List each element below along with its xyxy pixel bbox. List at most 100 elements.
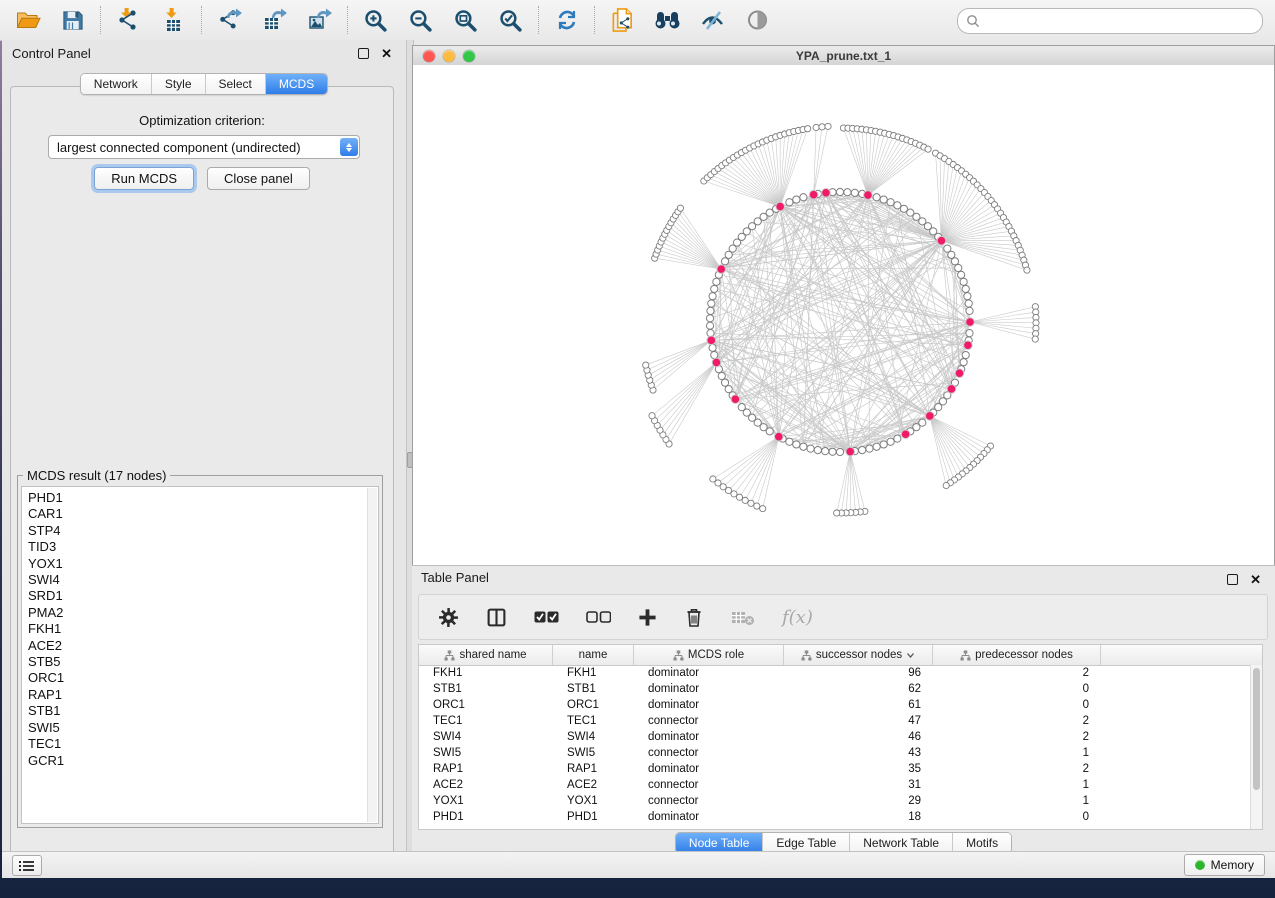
mcds-result-item[interactable]: SRD1 bbox=[28, 588, 378, 604]
network-node[interactable] bbox=[709, 344, 716, 351]
network-node[interactable] bbox=[880, 441, 887, 448]
mcds-result-item[interactable]: PHD1 bbox=[28, 490, 378, 506]
column-header-predecessor-nodes[interactable]: predecessor nodes bbox=[933, 645, 1101, 665]
table-cell[interactable]: 62 bbox=[784, 683, 933, 695]
mcds-hub-node[interactable] bbox=[864, 191, 873, 200]
mcds-result-item[interactable]: STP4 bbox=[28, 523, 378, 539]
table-cell[interactable]: RAP1 bbox=[419, 763, 553, 775]
network-leaf-node[interactable] bbox=[710, 476, 716, 482]
zoom-in-button[interactable] bbox=[362, 7, 389, 34]
network-node[interactable] bbox=[887, 438, 894, 445]
mcds-result-item[interactable]: GCR1 bbox=[28, 753, 378, 769]
table-cell[interactable]: SWI5 bbox=[553, 747, 634, 759]
mcds-hub-node[interactable] bbox=[937, 236, 946, 245]
zoom-selected-button[interactable] bbox=[497, 7, 524, 34]
table-settings-button[interactable] bbox=[438, 605, 459, 629]
scrollbar-thumb[interactable] bbox=[1253, 668, 1260, 790]
table-cell[interactable]: ACE2 bbox=[553, 779, 634, 791]
network-window-titlebar[interactable]: YPA_prune.txt_1 bbox=[413, 46, 1274, 66]
window-zoom-button[interactable] bbox=[463, 50, 475, 62]
network-node[interactable] bbox=[721, 258, 728, 265]
table-cell[interactable]: dominator bbox=[634, 763, 784, 775]
add-column-button[interactable] bbox=[638, 605, 657, 629]
memory-button[interactable]: Memory bbox=[1184, 854, 1265, 876]
table-row[interactable]: PHD1PHD1dominator180 bbox=[419, 809, 1251, 825]
mcds-hub-node[interactable] bbox=[846, 447, 855, 456]
table-cell[interactable]: FKH1 bbox=[553, 667, 634, 679]
table-row[interactable]: TEC1TEC1connector472 bbox=[419, 713, 1251, 729]
optimization-criterion-select[interactable]: largest connected component (undirected) bbox=[48, 135, 360, 159]
table-cell[interactable]: 2 bbox=[933, 667, 1101, 679]
network-node[interactable] bbox=[836, 448, 843, 455]
network-node[interactable] bbox=[873, 443, 880, 450]
show-hide-details-button[interactable] bbox=[744, 7, 771, 34]
table-tab-network-table[interactable]: Network Table bbox=[849, 833, 952, 853]
network-node[interactable] bbox=[955, 264, 962, 271]
table-cell[interactable]: 43 bbox=[784, 747, 933, 759]
table-cell[interactable]: 0 bbox=[933, 699, 1101, 711]
table-cell[interactable]: TEC1 bbox=[553, 715, 634, 727]
table-row[interactable]: ORC1ORC1dominator610 bbox=[419, 697, 1251, 713]
find-button[interactable] bbox=[654, 7, 681, 34]
network-node[interactable] bbox=[962, 351, 969, 358]
network-leaf-node[interactable] bbox=[834, 510, 840, 516]
table-row[interactable]: FKH1FKH1dominator962 bbox=[419, 665, 1251, 681]
tab-network[interactable]: Network bbox=[81, 74, 151, 94]
network-node[interactable] bbox=[822, 448, 829, 455]
run-mcds-button[interactable]: Run MCDS bbox=[94, 167, 194, 190]
network-canvas[interactable] bbox=[413, 65, 1274, 565]
select-all-button[interactable] bbox=[534, 605, 559, 629]
network-node[interactable] bbox=[707, 307, 714, 314]
network-leaf-node[interactable] bbox=[736, 494, 742, 500]
table-cell[interactable]: 2 bbox=[933, 763, 1101, 775]
table-tab-edge-table[interactable]: Edge Table bbox=[762, 833, 849, 853]
window-minimize-button[interactable] bbox=[443, 50, 455, 62]
tab-style[interactable]: Style bbox=[151, 74, 205, 94]
refresh-layout-button[interactable] bbox=[553, 7, 580, 34]
table-cell[interactable]: connector bbox=[634, 747, 784, 759]
network-node[interactable] bbox=[965, 300, 972, 307]
network-leaf-node[interactable] bbox=[1032, 336, 1038, 342]
network-node[interactable] bbox=[807, 445, 814, 452]
table-tab-motifs[interactable]: Motifs bbox=[952, 833, 1011, 853]
table-cell[interactable]: 61 bbox=[784, 699, 933, 711]
table-cell[interactable]: PHD1 bbox=[553, 811, 634, 823]
table-cell[interactable]: 29 bbox=[784, 795, 933, 807]
mcds-result-item[interactable]: TID3 bbox=[28, 539, 378, 555]
mcds-hub-node[interactable] bbox=[947, 385, 956, 394]
table-row[interactable]: SWI4SWI4dominator462 bbox=[419, 729, 1251, 745]
network-node[interactable] bbox=[836, 188, 843, 195]
window-close-button[interactable] bbox=[423, 50, 435, 62]
network-leaf-node[interactable] bbox=[943, 482, 949, 488]
table-cell[interactable]: STB1 bbox=[553, 683, 634, 695]
table-vertical-scrollbar[interactable] bbox=[1250, 665, 1262, 829]
mcds-hub-node[interactable] bbox=[731, 395, 740, 404]
mcds-result-item[interactable]: SWI4 bbox=[28, 572, 378, 588]
network-node[interactable] bbox=[793, 441, 800, 448]
network-node[interactable] bbox=[964, 293, 971, 300]
table-row[interactable]: RAP1RAP1dominator352 bbox=[419, 761, 1251, 777]
network-node[interactable] bbox=[800, 443, 807, 450]
network-node[interactable] bbox=[709, 293, 716, 300]
network-node[interactable] bbox=[866, 445, 873, 452]
table-cell[interactable]: YOX1 bbox=[553, 795, 634, 807]
network-leaf-node[interactable] bbox=[677, 205, 683, 211]
network-node[interactable] bbox=[844, 189, 851, 196]
network-node[interactable] bbox=[786, 438, 793, 445]
network-node[interactable] bbox=[948, 251, 955, 258]
mcds-hub-node[interactable] bbox=[717, 265, 726, 274]
table-cell[interactable]: 18 bbox=[784, 811, 933, 823]
open-file-button[interactable] bbox=[14, 7, 41, 34]
network-node[interactable] bbox=[958, 271, 965, 278]
table-cell[interactable]: 46 bbox=[784, 731, 933, 743]
network-leaf-node[interactable] bbox=[819, 124, 825, 130]
network-node[interactable] bbox=[894, 435, 901, 442]
table-cell[interactable]: connector bbox=[634, 715, 784, 727]
table-cell[interactable]: 31 bbox=[784, 779, 933, 791]
network-leaf-node[interactable] bbox=[813, 124, 819, 130]
network-node[interactable] bbox=[711, 285, 718, 292]
mcds-result-item[interactable]: SWI5 bbox=[28, 720, 378, 736]
table-cell[interactable]: 1 bbox=[933, 747, 1101, 759]
table-cell[interactable]: 1 bbox=[933, 779, 1101, 791]
zoom-fit-button[interactable] bbox=[452, 7, 479, 34]
